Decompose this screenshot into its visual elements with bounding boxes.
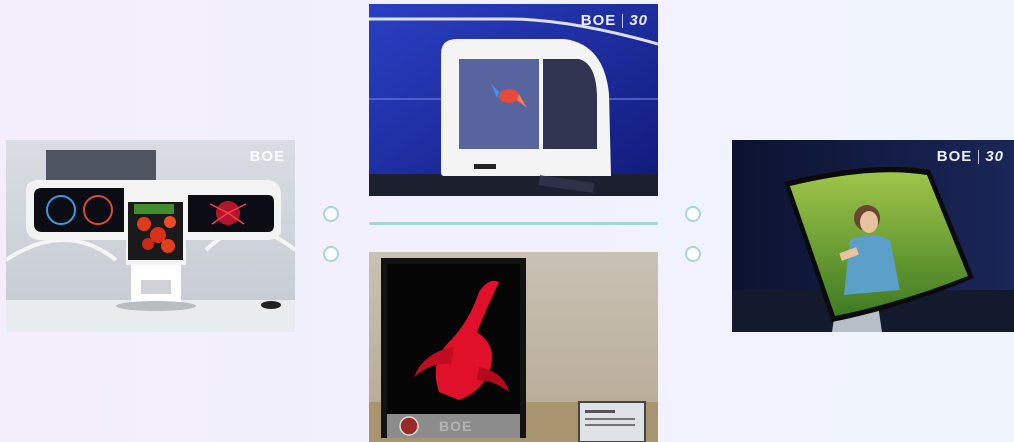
connector-line (369, 222, 658, 225)
cockpit-display-photo[interactable]: BOE (6, 140, 295, 332)
brand-logo: BOE 30 (937, 148, 1004, 165)
splash-display-image (369, 252, 658, 442)
brand-name: BOE (580, 12, 617, 29)
splash-display-photo[interactable]: BOE (369, 252, 658, 442)
brand-logo: BOE (439, 418, 472, 434)
brand-name: BOE (249, 148, 285, 165)
brand-name: BOE (439, 418, 473, 434)
carousel-dot-left-top[interactable] (323, 206, 339, 222)
carousel-dot-right-bottom[interactable] (685, 246, 701, 262)
brand-logo: BOE 30 (581, 12, 648, 29)
brand-divider (978, 149, 980, 164)
curved-display-photo[interactable]: BOE 30 (732, 140, 1014, 332)
holographic-display-image (369, 4, 658, 196)
carousel-dot-left-bottom[interactable] (323, 246, 339, 262)
holographic-display-photo[interactable]: BOE 30 (369, 4, 658, 196)
cockpit-display-image (6, 140, 295, 332)
brand-divider (622, 13, 624, 28)
brand-logo: BOE (249, 148, 285, 165)
brand-name: BOE (936, 148, 973, 165)
carousel-dot-right-top[interactable] (685, 206, 701, 222)
anniversary-mark: 30 (985, 148, 1004, 165)
anniversary-mark: 30 (629, 12, 648, 29)
curved-display-image (732, 140, 1014, 332)
